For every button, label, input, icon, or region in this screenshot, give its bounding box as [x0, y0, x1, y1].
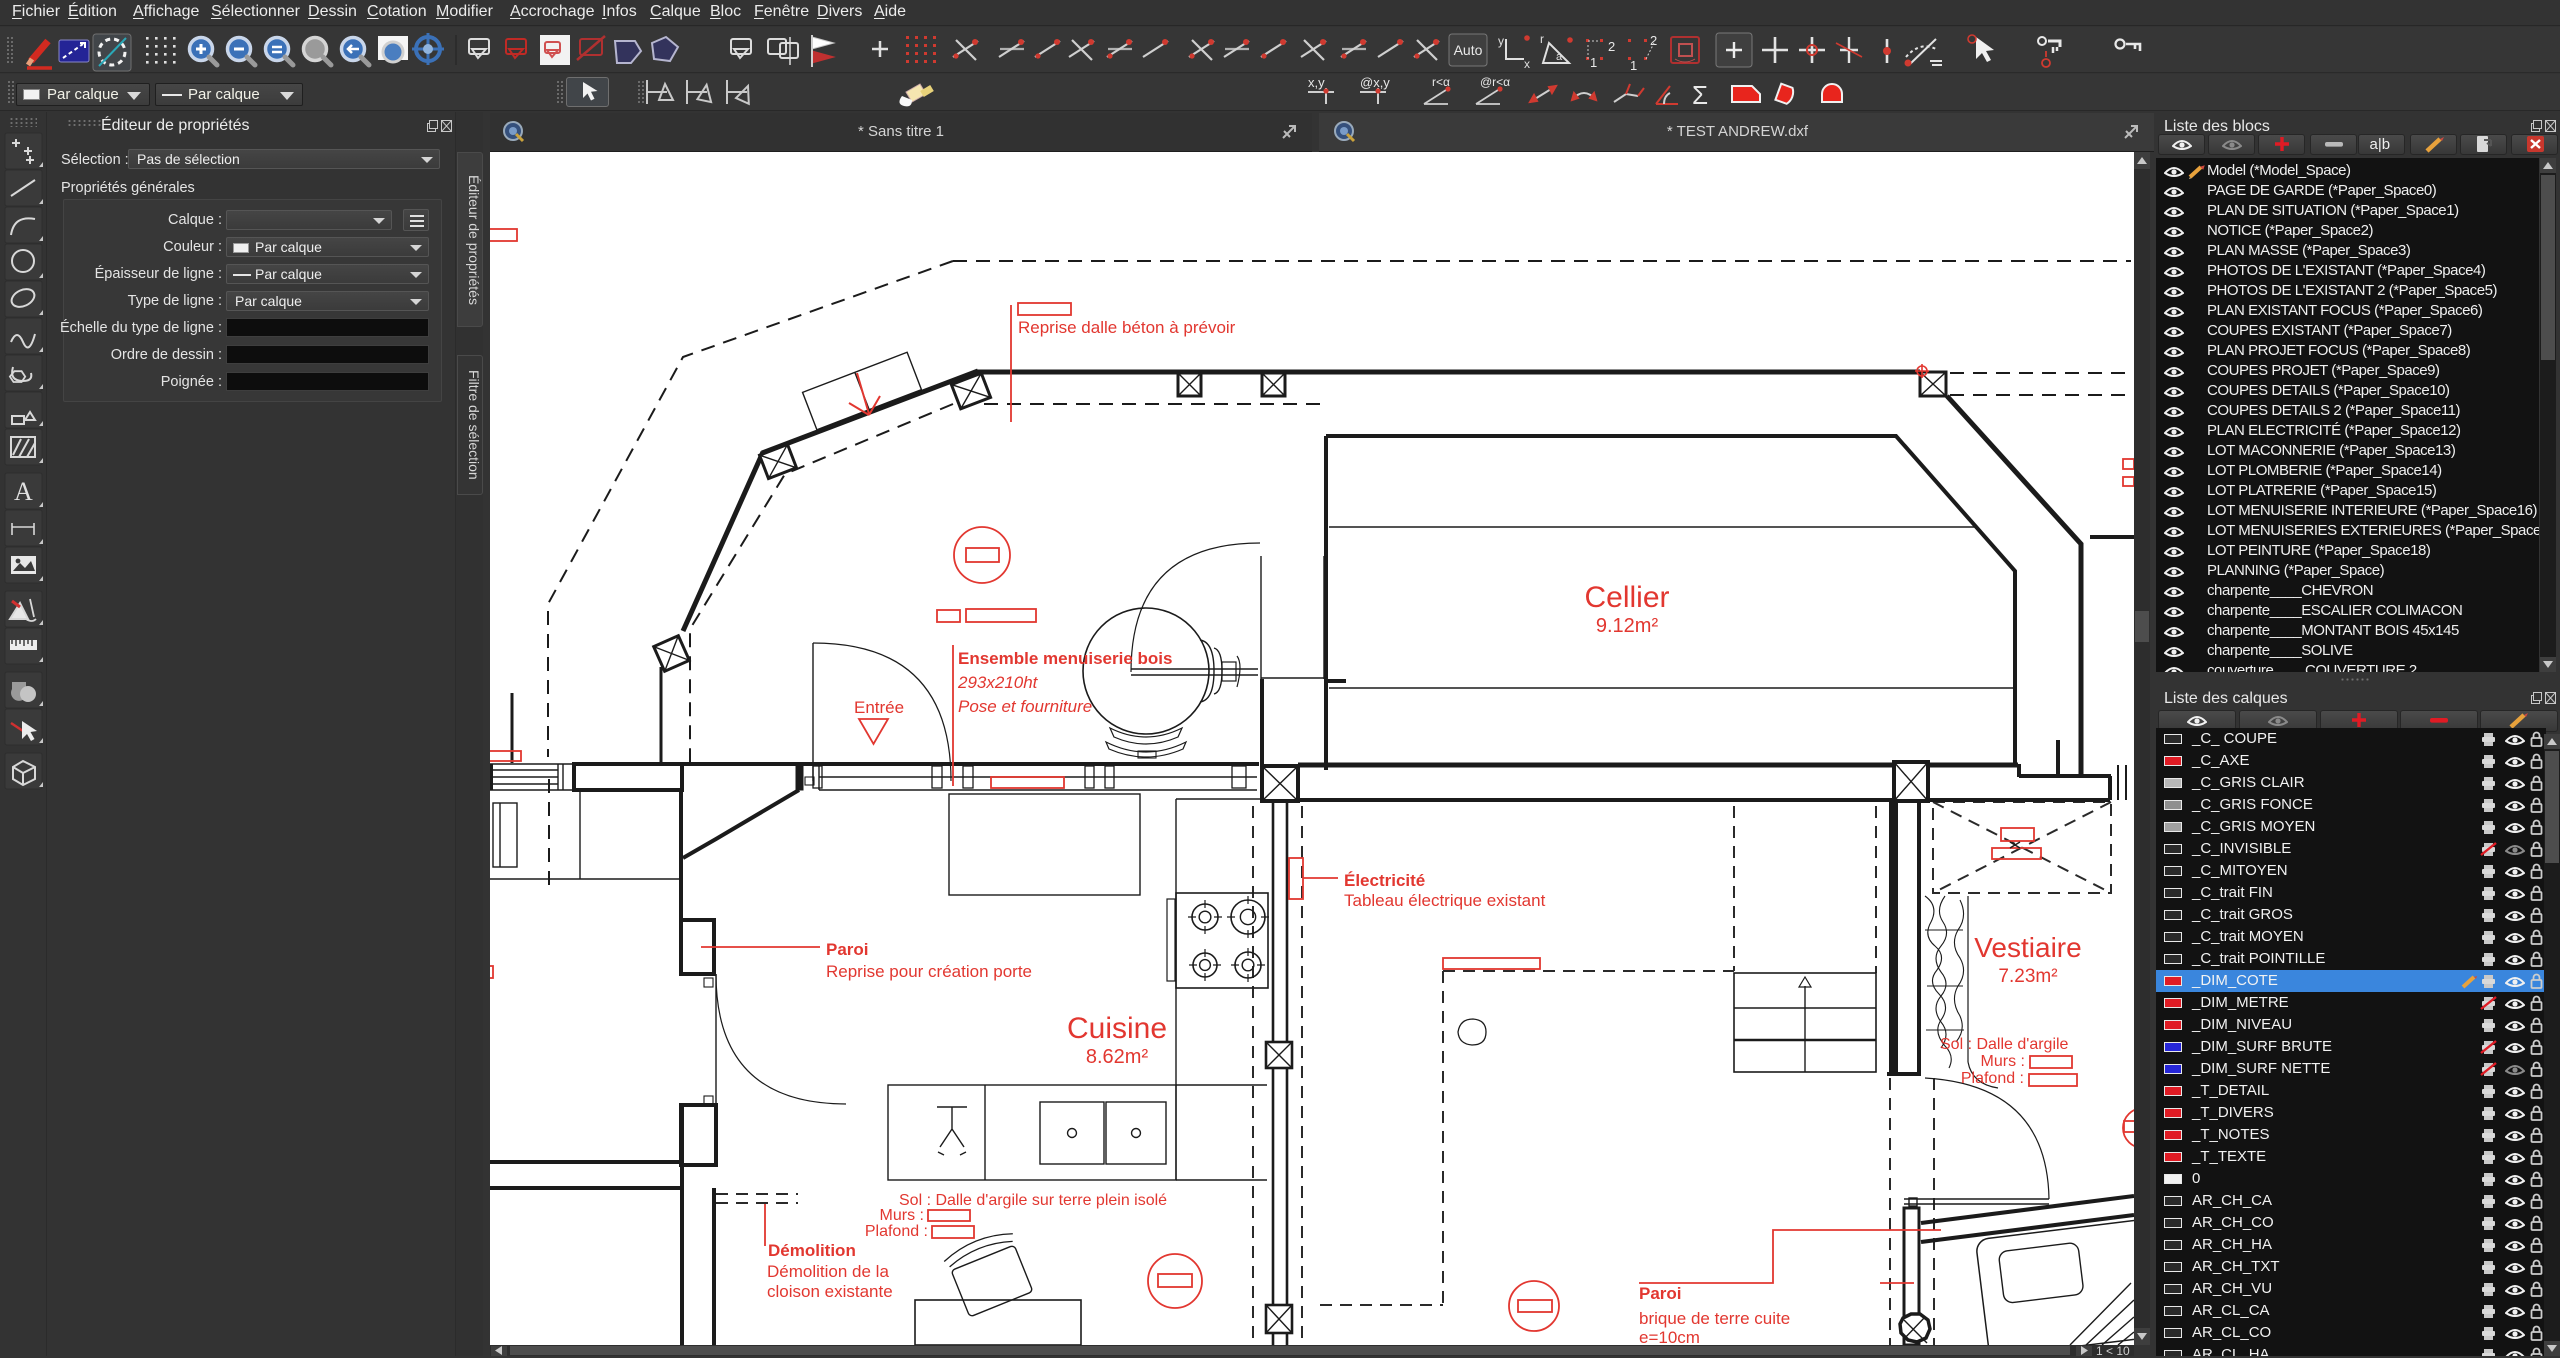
- svg-text:Cellier: Cellier: [1584, 581, 1669, 614]
- svg-text:Reprise dalle béton à prévoir: Reprise dalle béton à prévoir: [1018, 318, 1236, 337]
- svg-text:cloison existante: cloison existante: [767, 1282, 893, 1301]
- svg-text:x: x: [1524, 57, 1530, 71]
- svg-text:Vestiaire: Vestiaire: [1974, 932, 2081, 963]
- svg-text:Tableau électrique existant: Tableau électrique existant: [1344, 891, 1546, 910]
- svg-text:Ensemble menuiserie bois: Ensemble menuiserie bois: [958, 649, 1172, 668]
- svg-text:Électricité: Électricité: [1344, 871, 1425, 890]
- svg-text:Pose et fourniture: Pose et fourniture: [958, 697, 1092, 716]
- svg-text:Démolition: Démolition: [768, 1241, 856, 1260]
- svg-text:@x,y: @x,y: [1360, 75, 1390, 90]
- svg-text:e=10cm: e=10cm: [1639, 1328, 1700, 1345]
- svg-text:Sol : Dalle d'argile: Sol : Dalle d'argile: [1940, 1036, 2069, 1053]
- svg-text:Auto: Auto: [1454, 42, 1483, 58]
- svg-text:brique de terre cuite: brique de terre cuite: [1639, 1309, 1790, 1328]
- svg-text:9.12m²: 9.12m²: [1596, 615, 1659, 637]
- svg-text:1: 1: [1630, 58, 1637, 73]
- svg-text:Paroi: Paroi: [826, 940, 869, 959]
- svg-text:r: r: [1540, 32, 1544, 46]
- svg-text:A: A: [14, 477, 33, 506]
- svg-text:2: 2: [1650, 33, 1657, 48]
- svg-text:a: a: [1556, 51, 1563, 63]
- svg-text:@r<α: @r<α: [1480, 75, 1510, 89]
- svg-text:Σ: Σ: [1692, 80, 1708, 110]
- svg-text:Cuisine: Cuisine: [1067, 1012, 1167, 1045]
- svg-text:2: 2: [1608, 39, 1615, 54]
- svg-text:Sol : Dalle d'argile sur terre: Sol : Dalle d'argile sur terre plein iso…: [899, 1192, 1167, 1209]
- svg-text:293x210ht: 293x210ht: [957, 673, 1039, 692]
- svg-text:Murs :: Murs :: [880, 1207, 924, 1224]
- svg-text:Paroi: Paroi: [1639, 1284, 1682, 1303]
- svg-text:Entrée: Entrée: [854, 698, 904, 717]
- svg-text:7.23m²: 7.23m²: [1998, 966, 2057, 987]
- svg-text:y: y: [1498, 34, 1504, 48]
- svg-text:1: 1: [1590, 55, 1597, 70]
- svg-text:Démolition de la: Démolition de la: [767, 1262, 889, 1281]
- svg-text:Reprise pour création porte: Reprise pour création porte: [826, 962, 1032, 981]
- svg-text:Plafond :: Plafond :: [865, 1223, 928, 1240]
- svg-text:8.62m²: 8.62m²: [1086, 1046, 1149, 1068]
- svg-text:Plafond :: Plafond :: [1961, 1070, 2024, 1087]
- svg-text:x,y: x,y: [1308, 75, 1325, 90]
- svg-text:Murs :: Murs :: [1981, 1053, 2025, 1070]
